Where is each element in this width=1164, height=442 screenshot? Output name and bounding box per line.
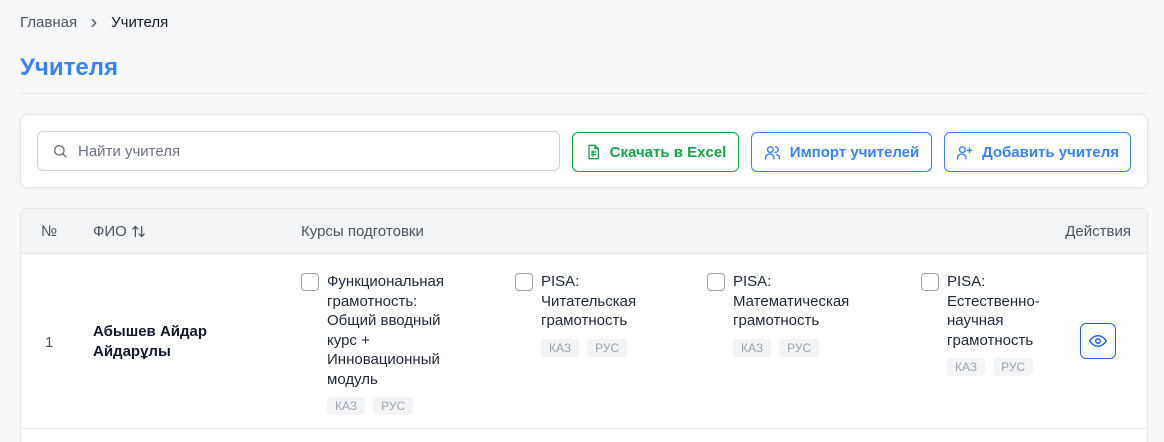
language-tag-kaz[interactable]: КАЗ	[541, 338, 580, 357]
view-teacher-button[interactable]	[1080, 323, 1116, 359]
course-title: Функциональная грамотность: Общий вводны…	[327, 273, 445, 388]
import-teachers-button[interactable]: Импорт учителей	[751, 132, 932, 172]
language-tag-kaz[interactable]: КАЗ	[947, 358, 986, 376]
course-item: PISA: Математическая грамотность КАЗ РУС	[707, 272, 873, 357]
breadcrumb-current: Учителя	[111, 14, 169, 31]
column-header-name[interactable]: ФИО	[93, 223, 146, 240]
course-checkbox[interactable]	[515, 273, 533, 291]
add-teacher-button[interactable]: Добавить учителя	[944, 132, 1131, 172]
import-teachers-label: Импорт учителей	[789, 143, 920, 161]
column-header-courses: Курсы подготовки	[301, 223, 424, 240]
download-excel-button[interactable]: Скачать в Excel	[572, 132, 739, 172]
breadcrumb-home-link[interactable]: Главная	[20, 14, 77, 31]
toolbar-panel: Скачать в Excel Импорт учителей Добавить…	[20, 114, 1148, 188]
course-title: PISA: Естественно-научная грамотность	[947, 273, 1040, 349]
language-tag-rus[interactable]: РУС	[993, 358, 1034, 376]
spreadsheet-icon	[585, 144, 601, 160]
table-header: № ФИО Курсы подготовки Действия	[21, 209, 1147, 254]
breadcrumb: Главная Учителя	[20, 14, 168, 31]
user-plus-icon	[956, 144, 973, 161]
column-header-name-label: ФИО	[93, 223, 127, 240]
course-item: PISA: Читательская грамотность КАЗ РУС	[515, 272, 661, 357]
course-checkbox[interactable]	[921, 273, 939, 291]
language-tag-kaz[interactable]: КАЗ	[733, 338, 772, 357]
title-divider	[20, 93, 1148, 94]
row-number: 1	[45, 334, 54, 351]
search-box[interactable]	[37, 131, 560, 171]
download-excel-label: Скачать в Excel	[609, 143, 727, 161]
language-tag-rus[interactable]: РУС	[373, 397, 414, 415]
eye-icon	[1089, 332, 1107, 350]
teacher-name: Абышев Айдар Айдарұлы	[93, 323, 208, 360]
course-checkbox[interactable]	[301, 273, 319, 291]
add-teacher-label: Добавить учителя	[981, 143, 1120, 161]
search-input[interactable]	[78, 142, 538, 160]
language-tag-rus[interactable]: РУС	[587, 338, 628, 357]
column-header-actions: Действия	[1065, 223, 1131, 240]
course-checkbox[interactable]	[707, 273, 725, 291]
sort-icon[interactable]	[131, 224, 146, 239]
language-tag-rus[interactable]: РУС	[779, 338, 820, 357]
column-header-number: №	[41, 223, 58, 240]
course-title: PISA: Математическая грамотность	[733, 273, 850, 329]
teachers-table: № ФИО Курсы подготовки Действия 1 Абышев…	[20, 208, 1148, 442]
chevron-right-icon	[87, 16, 101, 30]
language-tag-kaz[interactable]: КАЗ	[327, 397, 366, 415]
page-title: Учителя	[20, 54, 118, 81]
search-icon	[52, 143, 68, 159]
course-item: PISA: Естественно-научная грамотность КА…	[921, 272, 1067, 376]
users-icon	[764, 144, 781, 161]
course-item: Функциональная грамотность: Общий вводны…	[301, 272, 457, 415]
table-row: 1 Абышев Айдар Айдарұлы Функциональная г…	[21, 254, 1147, 429]
course-title: PISA: Читательская грамотность	[541, 273, 637, 329]
